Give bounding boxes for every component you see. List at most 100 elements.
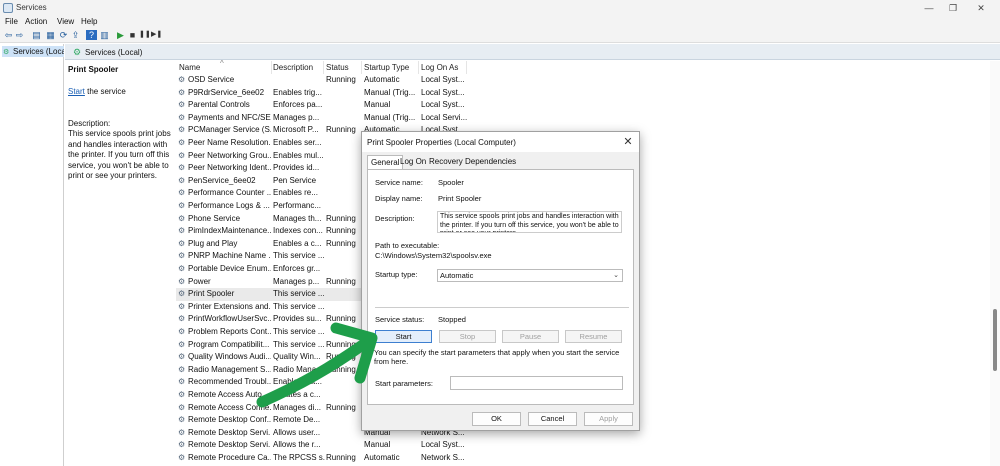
startup-type-select[interactable]: Automatic ⌄ bbox=[437, 269, 623, 282]
service-startup-type-cell: Manual (Trig... bbox=[364, 87, 416, 97]
service-status-cell: Running bbox=[326, 75, 356, 84]
service-name-cell: Print Spooler bbox=[188, 289, 235, 299]
help-icon[interactable]: ? bbox=[86, 30, 97, 40]
service-description-cell: This service ... bbox=[273, 251, 325, 261]
service-status-cell: Running bbox=[326, 226, 356, 236]
close-button[interactable]: ✕ bbox=[968, 2, 994, 14]
restart-service-icon[interactable]: ▶❚ bbox=[151, 30, 162, 40]
menu-action[interactable]: Action bbox=[25, 17, 47, 26]
service-description-cell: Remote De... bbox=[273, 415, 321, 425]
service-description-cell: This service ... bbox=[273, 339, 325, 349]
menu-view[interactable]: View bbox=[57, 17, 74, 26]
service-name-cell: PCManager Service (S... bbox=[188, 125, 271, 135]
gear-icon: ⚙ bbox=[178, 453, 186, 462]
column-status[interactable]: Status bbox=[326, 63, 349, 72]
properties-icon[interactable]: ▦ bbox=[45, 30, 56, 40]
ok-button[interactable]: OK bbox=[472, 412, 521, 426]
dialog-close-icon[interactable]: ✕ bbox=[621, 135, 635, 149]
service-name-cell: Radio Management S... bbox=[188, 364, 271, 374]
apply-button[interactable]: Apply bbox=[584, 412, 633, 426]
maximize-button[interactable]: ❐ bbox=[940, 2, 966, 14]
service-startup-type-cell: Automatic bbox=[364, 75, 400, 84]
cancel-button[interactable]: Cancel bbox=[528, 412, 577, 426]
service-name-cell: Problem Reports Cont... bbox=[188, 327, 271, 336]
pause-service-icon[interactable]: ❚❚ bbox=[139, 30, 151, 40]
pause-button[interactable]: Pause bbox=[502, 330, 559, 343]
tab-dependencies[interactable]: Dependencies bbox=[462, 155, 519, 169]
service-log-on-cell: Network S... bbox=[421, 453, 465, 462]
dialog-title-bar: Print Spooler Properties (Local Computer… bbox=[362, 132, 639, 152]
back-icon[interactable]: ⇦ bbox=[3, 30, 14, 40]
service-row[interactable]: ⚙ OSD Service Running Automatic Local Syst..… bbox=[176, 74, 476, 87]
refresh-icon[interactable]: ⟳ bbox=[58, 30, 69, 40]
column-description[interactable]: Description bbox=[273, 63, 313, 72]
menu-file[interactable]: File bbox=[5, 17, 18, 26]
gear-icon: ⚙ bbox=[178, 377, 186, 387]
service-name-cell: Peer Networking Ident... bbox=[188, 163, 271, 173]
service-name-label: Service name: bbox=[375, 178, 423, 187]
tab-recovery[interactable]: Recovery bbox=[426, 155, 466, 169]
view-icon[interactable]: ▥ bbox=[99, 30, 110, 40]
service-description-cell: Pen Service bbox=[273, 175, 317, 185]
service-name-cell: PNRP Machine Name ... bbox=[188, 251, 271, 261]
console-tree-icon[interactable]: ▤ bbox=[31, 30, 42, 40]
service-name-cell: Remote Desktop Servi... bbox=[188, 427, 271, 437]
stop-button[interactable]: Stop bbox=[439, 330, 496, 343]
start-service-icon[interactable]: ▶ bbox=[115, 30, 126, 40]
column-name[interactable]: Name bbox=[179, 63, 200, 72]
column-divider[interactable] bbox=[323, 61, 324, 74]
divider bbox=[375, 307, 629, 308]
service-name-cell: Performance Logs & ... bbox=[188, 201, 270, 210]
service-row[interactable]: ⚙ P9RdrService_6ee02 Enables trig... Manual… bbox=[176, 87, 476, 100]
service-description-cell: Microsoft P... bbox=[273, 125, 319, 135]
tree-node-services-local[interactable]: Services (Loca bbox=[2, 46, 64, 57]
menu-help[interactable]: Help bbox=[81, 17, 97, 26]
path-label: Path to executable: bbox=[375, 241, 440, 250]
gear-icon: ⚙ bbox=[178, 150, 186, 160]
start-button[interactable]: Start bbox=[375, 330, 432, 343]
column-divider[interactable] bbox=[466, 61, 467, 74]
column-log-on-as[interactable]: Log On As bbox=[421, 63, 458, 72]
vertical-scrollbar[interactable] bbox=[990, 61, 1000, 466]
service-description-cell: Radio Mana... bbox=[273, 364, 323, 374]
service-row[interactable]: ⚙ Parental Controls Enforces pa... Manual Lo… bbox=[176, 99, 476, 112]
column-divider[interactable] bbox=[418, 61, 419, 74]
startup-type-label: Startup type: bbox=[375, 270, 418, 279]
title-bar: Services — ❐ ✕ bbox=[0, 0, 1000, 16]
start-service-link[interactable]: Start bbox=[68, 87, 85, 96]
service-name-cell: Program Compatibilit... bbox=[188, 339, 270, 349]
gear-icon: ⚙ bbox=[178, 138, 186, 147]
minimize-button[interactable]: — bbox=[916, 2, 942, 14]
stop-service-icon[interactable]: ■ bbox=[127, 30, 138, 40]
service-row[interactable]: ⚙ Remote Procedure Ca... The RPCSS s... Run… bbox=[176, 452, 476, 465]
service-description-cell: Quality Win... bbox=[273, 352, 321, 362]
service-startup-type-cell: Manual bbox=[364, 440, 391, 450]
forward-icon[interactable]: ⇨ bbox=[14, 30, 25, 40]
service-startup-type-cell: Manual bbox=[364, 100, 391, 110]
service-startup-type-cell: Manual (Trig... bbox=[364, 112, 416, 122]
service-row[interactable]: ⚙ Remote Desktop Servi... Allows the r... M… bbox=[176, 439, 476, 452]
service-description-cell: Enforces gr... bbox=[273, 264, 321, 273]
properties-dialog: Print Spooler Properties (Local Computer… bbox=[361, 131, 640, 431]
gear-icon: ⚙ bbox=[178, 364, 186, 374]
gear-icon: ⚙ bbox=[178, 213, 186, 223]
start-parameters-label: Start parameters: bbox=[375, 379, 433, 388]
resume-button[interactable]: Resume bbox=[565, 330, 622, 343]
service-name-cell: Recommended Troubl... bbox=[188, 377, 271, 387]
export-icon[interactable]: ⇪ bbox=[70, 30, 81, 40]
service-name-value: Spooler bbox=[438, 178, 464, 187]
services-app-icon bbox=[3, 3, 13, 13]
gear-icon: ⚙ bbox=[178, 75, 186, 84]
column-divider[interactable] bbox=[271, 61, 272, 74]
column-divider[interactable] bbox=[361, 61, 362, 74]
scrollbar-thumb[interactable] bbox=[993, 309, 997, 371]
tab-log-on[interactable]: Log On bbox=[397, 155, 429, 169]
gear-icon: ⚙ bbox=[178, 264, 186, 273]
service-row[interactable]: ⚙ Payments and NFC/SE... Manages p... Manua… bbox=[176, 112, 476, 125]
gear-icon: ⚙ bbox=[178, 289, 186, 299]
service-description-cell: Enables aut... bbox=[273, 377, 322, 387]
start-parameters-input[interactable] bbox=[450, 376, 623, 390]
column-startup-type[interactable]: Startup Type bbox=[364, 63, 409, 72]
service-log-on-cell: Local Syst... bbox=[421, 87, 465, 97]
description-box[interactable]: This service spools print jobs and handl… bbox=[437, 211, 622, 233]
